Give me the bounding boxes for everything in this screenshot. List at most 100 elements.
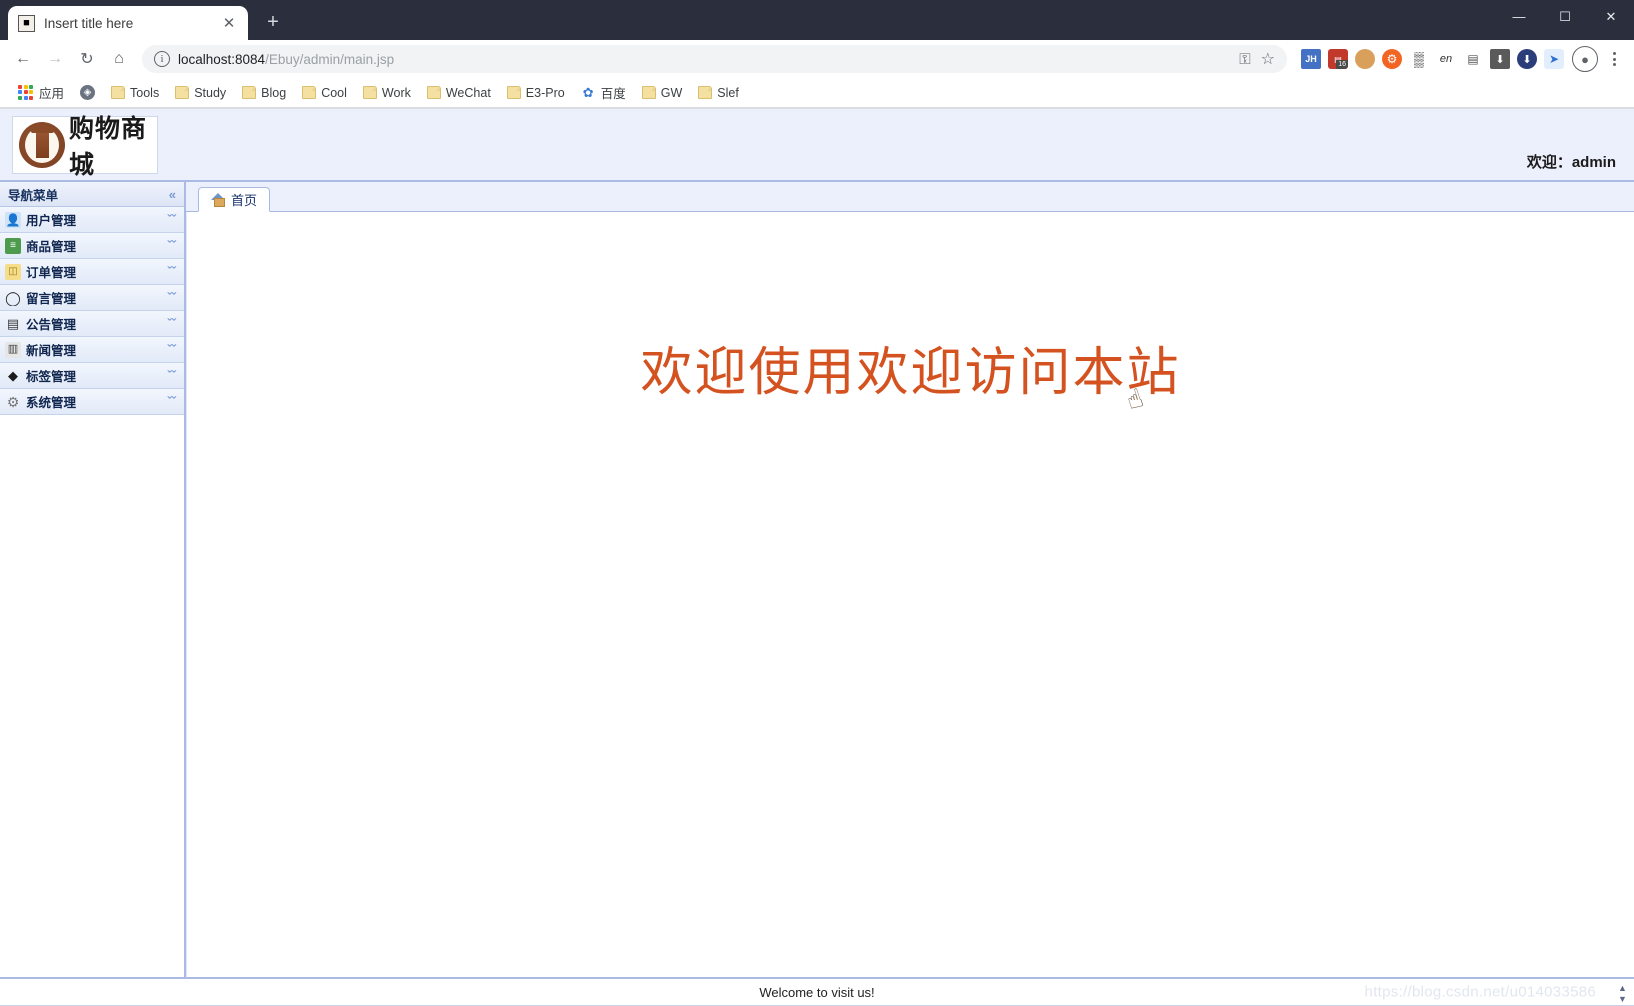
bookmark-label: Cool: [321, 85, 347, 100]
content-canvas: 欢迎使用欢迎访问本站 ☝: [186, 212, 1634, 977]
bookmark-gw[interactable]: GW: [634, 83, 691, 103]
browser-window: ■ Insert title here ✕ + — ☐ ✕ ← → ↻ ⌂ i …: [0, 0, 1634, 1006]
sidebar-item-products[interactable]: ≡ 商品管理 ˇˇ: [0, 233, 184, 259]
chevron-down-icon[interactable]: ˇˇ: [167, 291, 176, 304]
bookmark-star-icon[interactable]: ☆: [1261, 49, 1275, 69]
folder-icon: [302, 86, 317, 99]
page-viewport: 购物商城 欢迎：admin 导航菜单 « 👤 用户管理 ˇˇ ≡ 商品管理 ˇˇ…: [0, 108, 1634, 1006]
folder-icon: [698, 86, 713, 99]
document-icon: ▤: [6, 316, 20, 331]
bookmark-e3pro[interactable]: E3-Pro: [499, 83, 573, 103]
globe-extension-icon[interactable]: ⬇: [1517, 49, 1537, 69]
sidebar-item-announcements[interactable]: ▤ 公告管理 ˇˇ: [0, 311, 184, 337]
gear-icon: ⚙: [6, 393, 20, 410]
baidu-paw-icon: ✿: [582, 84, 594, 100]
sidebar-panel-header[interactable]: 导航菜单 «: [0, 182, 184, 207]
chevron-down-icon[interactable]: ˇˇ: [167, 369, 176, 382]
pdf-extension-icon[interactable]: ▤: [1463, 49, 1483, 69]
url-path: /Ebuy/admin/main.jsp: [265, 51, 395, 67]
bookmark-study[interactable]: Study: [167, 83, 234, 103]
english-extension-icon[interactable]: en: [1436, 49, 1456, 69]
bookmark-blog[interactable]: Blog: [234, 83, 294, 103]
chevron-down-icon[interactable]: ˇˇ: [167, 395, 176, 408]
sidebar-item-label: 新闻管理: [26, 344, 77, 358]
sidebar-empty-space: [0, 415, 184, 977]
sidebar-item-messages[interactable]: ◯ 留言管理 ˇˇ: [0, 285, 184, 311]
profile-avatar-icon[interactable]: ●: [1572, 46, 1598, 72]
site-info-icon[interactable]: i: [154, 51, 170, 67]
tab-title: Insert title here: [44, 15, 134, 31]
scroll-down-icon[interactable]: ▼: [1618, 994, 1627, 1004]
window-minimize-button[interactable]: —: [1496, 0, 1542, 33]
chevron-down-icon[interactable]: ˇˇ: [167, 265, 176, 278]
tab-home-label: 首页: [231, 193, 258, 208]
sidebar-item-system[interactable]: ⚙ 系统管理 ˇˇ: [0, 389, 184, 415]
jh-extension-icon[interactable]: JH: [1301, 49, 1321, 69]
chrome-menu-button[interactable]: [1602, 45, 1626, 73]
scrollbar-arrows[interactable]: ▲ ▼: [1614, 979, 1631, 1006]
bookmark-tools[interactable]: Tools: [103, 83, 167, 103]
chevron-down-icon[interactable]: ˇˇ: [167, 317, 176, 330]
apps-grid-icon: [18, 84, 34, 101]
collapse-all-icon[interactable]: «: [169, 188, 176, 201]
window-maximize-button[interactable]: ☐: [1542, 0, 1588, 33]
tab-home[interactable]: 首页: [198, 187, 271, 212]
folder-icon: [175, 86, 190, 99]
globe-icon: ◈: [80, 85, 96, 100]
download-extension-icon[interactable]: ⬇: [1490, 49, 1510, 69]
omnibox-actions: ⚿ ☆: [1239, 49, 1281, 69]
bookmark-label: 应用: [39, 87, 65, 101]
chevron-down-icon[interactable]: ˇˇ: [167, 213, 176, 226]
browser-toolbar: ← → ↻ ⌂ i localhost:8084/Ebuy/admin/main…: [0, 40, 1634, 78]
sidebar-item-orders[interactable]: ◫ 订单管理 ˇˇ: [0, 259, 184, 285]
folder-icon: [426, 86, 441, 99]
tab-close-icon[interactable]: ✕: [220, 14, 238, 32]
bookmark-work[interactable]: Work: [355, 83, 419, 103]
footer-text: Welcome to visit us!: [759, 984, 875, 1000]
site-logo[interactable]: 购物商城: [12, 115, 158, 179]
sidebar-item-label: 用户管理: [26, 214, 77, 228]
chevron-down-icon[interactable]: ˇˇ: [167, 239, 176, 252]
bookmark-baidu[interactable]: ✿ 百度: [573, 80, 634, 105]
forward-button[interactable]: →: [40, 44, 70, 74]
newspaper-icon: ▥: [5, 341, 21, 358]
reload-button[interactable]: ↻: [72, 44, 102, 74]
bookmarks-bar: 应用 ◈ Tools Study Blog Cool Work WeChat E…: [0, 78, 1634, 108]
tab-favicon-icon: ■: [18, 14, 35, 32]
window-controls: — ☐ ✕: [1496, 0, 1634, 40]
bookmark-cool[interactable]: Cool: [294, 83, 355, 103]
url-host: localhost:8084: [178, 51, 266, 67]
calendar-extension-icon[interactable]: ▤ 16: [1328, 49, 1348, 69]
bookmark-label: Work: [381, 85, 411, 100]
monkey-extension-icon[interactable]: [1355, 49, 1375, 69]
sidebar-item-label: 商品管理: [26, 240, 77, 254]
qrcode-extension-icon[interactable]: ▒: [1409, 49, 1429, 69]
site-header: 购物商城 欢迎：admin: [0, 109, 1634, 182]
sidebar-item-users[interactable]: 👤 用户管理 ˇˇ: [0, 207, 184, 233]
window-close-button[interactable]: ✕: [1588, 0, 1634, 33]
scroll-up-icon[interactable]: ▲: [1618, 983, 1627, 993]
password-key-icon[interactable]: ⚿: [1239, 51, 1250, 68]
bookmark-apps[interactable]: 应用: [10, 80, 72, 105]
calendar-extension-badge: 16: [1336, 60, 1348, 69]
body-area: 导航菜单 « 👤 用户管理 ˇˇ ≡ 商品管理 ˇˇ ◫ 订单管理 ˇˇ ◯ 留…: [0, 182, 1634, 977]
back-button[interactable]: ←: [8, 44, 38, 74]
bookmark-label: Slef: [717, 85, 739, 100]
bird-extension-icon[interactable]: ➤: [1544, 49, 1564, 69]
browser-tab[interactable]: ■ Insert title here ✕: [8, 6, 248, 40]
address-bar-url: localhost:8084/Ebuy/admin/main.jsp: [178, 52, 1231, 67]
new-tab-button[interactable]: +: [258, 7, 288, 37]
browser-titlebar: ■ Insert title here ✕ + — ☐ ✕: [0, 0, 1634, 40]
bookmark-wechat[interactable]: WeChat: [419, 83, 499, 103]
chevron-down-icon[interactable]: ˇˇ: [167, 343, 176, 356]
sidebar-item-label: 留言管理: [26, 292, 77, 306]
sidebar-item-label: 系统管理: [26, 396, 77, 410]
orange-extension-icon[interactable]: ⚙: [1382, 49, 1402, 69]
bookmark-label: Blog: [261, 85, 287, 100]
home-button[interactable]: ⌂: [104, 44, 134, 74]
bookmark-slef[interactable]: Slef: [690, 83, 747, 103]
sidebar-item-tags[interactable]: ◆ 标签管理 ˇˇ: [0, 363, 184, 389]
bookmark-globe[interactable]: ◈: [72, 82, 103, 103]
address-bar[interactable]: i localhost:8084/Ebuy/admin/main.jsp ⚿ ☆: [142, 45, 1287, 73]
sidebar-item-news[interactable]: ▥ 新闻管理 ˇˇ: [0, 337, 184, 363]
